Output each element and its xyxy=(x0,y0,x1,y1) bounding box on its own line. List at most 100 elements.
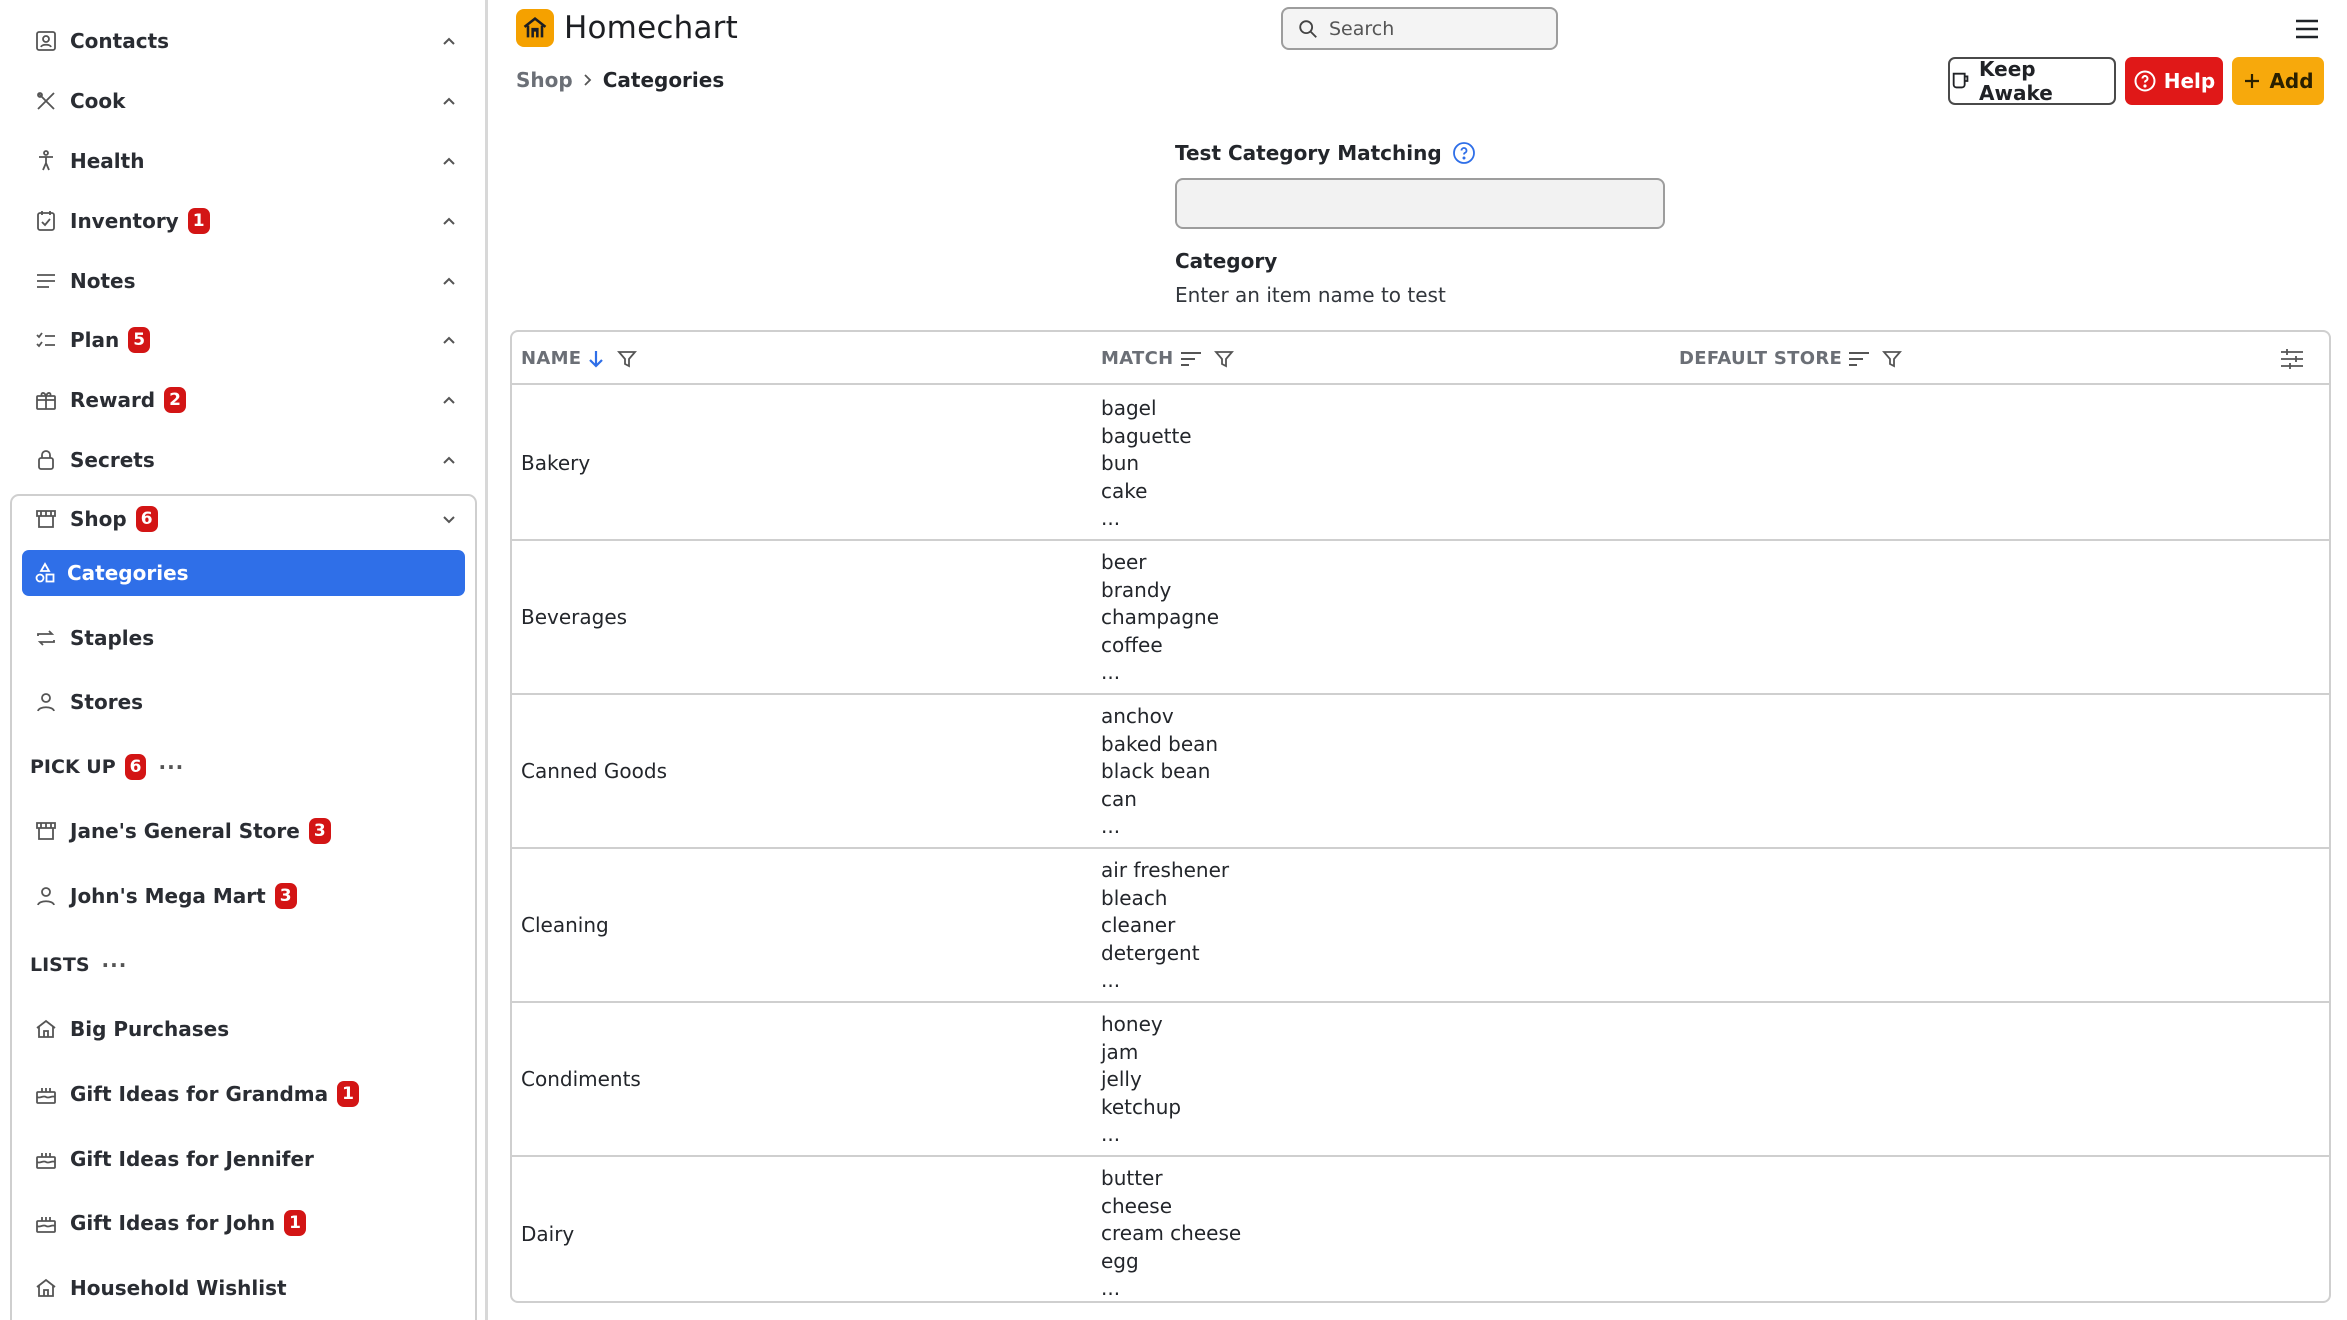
add-label: Add xyxy=(2269,69,2314,93)
match-term: beer xyxy=(1101,550,1147,574)
sidebar-item-gift-ideas-grandma[interactable]: Gift Ideas for Grandma 1 xyxy=(31,1074,461,1114)
breadcrumb-shop[interactable]: Shop xyxy=(516,68,573,92)
match-term: baguette xyxy=(1101,423,1192,448)
column-header-match[interactable]: MATCH xyxy=(1101,332,1234,385)
match-term: champagne xyxy=(1101,605,1220,629)
person-icon xyxy=(31,146,61,176)
chevron-up-icon[interactable] xyxy=(437,209,461,233)
sidebar-item-shop[interactable]: Shop 6 xyxy=(31,499,461,539)
match-term: detergent xyxy=(1101,940,1200,965)
match-cell: beer brandy champagne coffee... xyxy=(1101,549,1219,687)
table-row[interactable]: Bakery bagel baguette bun cake... xyxy=(512,387,2329,541)
match-cell: air freshener bleach cleaner detergent... xyxy=(1101,857,1229,995)
search-input[interactable]: Search xyxy=(1281,7,1558,50)
keep-awake-button[interactable]: Keep Awake xyxy=(1948,57,2116,105)
category-name-cell: Condiments xyxy=(521,1067,641,1091)
gift-icon xyxy=(31,385,61,415)
match-term: butter xyxy=(1101,1166,1163,1190)
homechart-logo-icon xyxy=(516,9,554,47)
sidebar-item-reward[interactable]: Reward 2 xyxy=(31,380,461,420)
column-header-default-store[interactable]: DEFAULT STORE xyxy=(1679,332,1903,385)
shapes-icon xyxy=(33,561,57,585)
sort-lines-icon[interactable] xyxy=(1848,349,1870,369)
chevron-up-icon[interactable] xyxy=(437,269,461,293)
chevron-up-icon[interactable] xyxy=(437,29,461,53)
help-button[interactable]: Help xyxy=(2125,57,2223,105)
sidebar-item-label: John's Mega Mart xyxy=(70,884,266,908)
category-name-cell: Beverages xyxy=(521,605,628,629)
match-term: coffee xyxy=(1101,632,1163,657)
test-category-matching-text: Test Category Matching xyxy=(1175,141,1442,165)
column-header-name[interactable]: NAME xyxy=(521,332,638,385)
sidebar-item-johns-mega-mart[interactable]: John's Mega Mart 3 xyxy=(31,876,461,916)
sidebar-item-label: Cook xyxy=(70,89,126,113)
count-badge: 3 xyxy=(308,818,331,844)
filter-icon[interactable] xyxy=(1882,349,1903,369)
inventory-icon xyxy=(31,206,61,236)
match-cell: butter cheese cream cheese egg... xyxy=(1101,1165,1242,1301)
sidebar-item-notes[interactable]: Notes xyxy=(31,261,461,301)
match-term: cleaner xyxy=(1101,913,1176,937)
match-term: honey xyxy=(1101,1012,1163,1036)
notes-icon xyxy=(31,266,61,296)
search-icon xyxy=(1299,19,1317,38)
sidebar-item-inventory[interactable]: Inventory 1 xyxy=(31,201,461,241)
category-result-text: Enter an item name to test xyxy=(1175,283,1446,307)
match-term: cream cheese xyxy=(1101,1221,1242,1245)
sort-lines-icon[interactable] xyxy=(1180,349,1202,369)
table-row[interactable]: Condiments honey jam jelly ketchup... xyxy=(512,1003,2329,1157)
sidebar-item-gift-ideas-john[interactable]: Gift Ideas for John 1 xyxy=(31,1203,461,1243)
breadcrumb-current: Categories xyxy=(602,68,725,92)
sidebar-item-household-wishlist[interactable]: Household Wishlist xyxy=(31,1268,461,1308)
sidebar-item-label: Contacts xyxy=(70,29,170,53)
chevron-up-icon[interactable] xyxy=(437,448,461,472)
sidebar-item-plan[interactable]: Plan 5 xyxy=(31,320,461,360)
sidebar-item-big-purchases[interactable]: Big Purchases xyxy=(31,1009,461,1049)
column-settings-icon[interactable] xyxy=(2279,346,2305,372)
search-placeholder: Search xyxy=(1329,17,1395,40)
sidebar-item-label: Household Wishlist xyxy=(70,1276,287,1300)
filter-icon[interactable] xyxy=(617,349,638,369)
chevron-down-icon[interactable] xyxy=(437,507,461,531)
sidebar-item-staples[interactable]: Staples xyxy=(31,618,461,658)
cake-icon xyxy=(31,1208,61,1238)
sidebar-item-categories[interactable]: Categories xyxy=(22,550,465,596)
app-logo[interactable]: Homechart xyxy=(516,9,738,47)
sidebar-item-janes-general-store[interactable]: Jane's General Store 3 xyxy=(31,811,461,851)
sidebar-item-label: Gift Ideas for Jennifer xyxy=(70,1147,314,1171)
table-row[interactable]: Beverages beer brandy champagne coffee... xyxy=(512,541,2329,695)
more-icon[interactable]: ··· xyxy=(158,755,184,779)
person-icon xyxy=(31,881,61,911)
lock-icon xyxy=(31,445,61,475)
count-badge: 1 xyxy=(187,208,210,234)
sidebar-item-label: Jane's General Store xyxy=(70,819,300,843)
sidebar-item-gift-ideas-jennifer[interactable]: Gift Ideas for Jennifer xyxy=(31,1139,461,1179)
keep-awake-label: Keep Awake xyxy=(1979,57,2053,105)
match-cell: bagel baguette bun cake... xyxy=(1101,395,1192,533)
chevron-up-icon[interactable] xyxy=(437,388,461,412)
table-row[interactable]: Cleaning air freshener bleach cleaner deterg… xyxy=(512,849,2329,1003)
test-category-input[interactable] xyxy=(1175,178,1665,229)
sidebar-item-stores[interactable]: Stores xyxy=(31,682,461,722)
sidebar-item-secrets[interactable]: Secrets xyxy=(31,440,461,480)
section-title: LISTS xyxy=(30,954,90,976)
sidebar-item-label: Stores xyxy=(70,690,144,714)
chevron-up-icon[interactable] xyxy=(437,89,461,113)
sidebar-item-health[interactable]: Health xyxy=(31,141,461,181)
table-row[interactable]: Canned Goods anchov baked bean black bean ca… xyxy=(512,695,2329,849)
help-icon[interactable] xyxy=(1452,141,1476,165)
sidebar-item-label: Categories xyxy=(67,561,189,585)
sort-arrow-down-icon[interactable] xyxy=(587,349,605,369)
match-term: baked bean xyxy=(1101,731,1219,756)
sidebar-item-contacts[interactable]: Contacts xyxy=(31,21,461,61)
store-icon xyxy=(31,816,61,846)
add-button[interactable]: Add xyxy=(2232,57,2324,105)
table-row[interactable]: Dairy butter cheese cream cheese egg... xyxy=(512,1157,2329,1301)
sidebar-item-cook[interactable]: Cook xyxy=(31,81,461,121)
chevron-up-icon[interactable] xyxy=(437,328,461,352)
column-title: NAME xyxy=(521,348,582,369)
hamburger-menu-icon[interactable] xyxy=(2294,18,2320,40)
chevron-up-icon[interactable] xyxy=(437,149,461,173)
filter-icon[interactable] xyxy=(1213,349,1234,369)
more-icon[interactable]: ··· xyxy=(102,953,128,977)
